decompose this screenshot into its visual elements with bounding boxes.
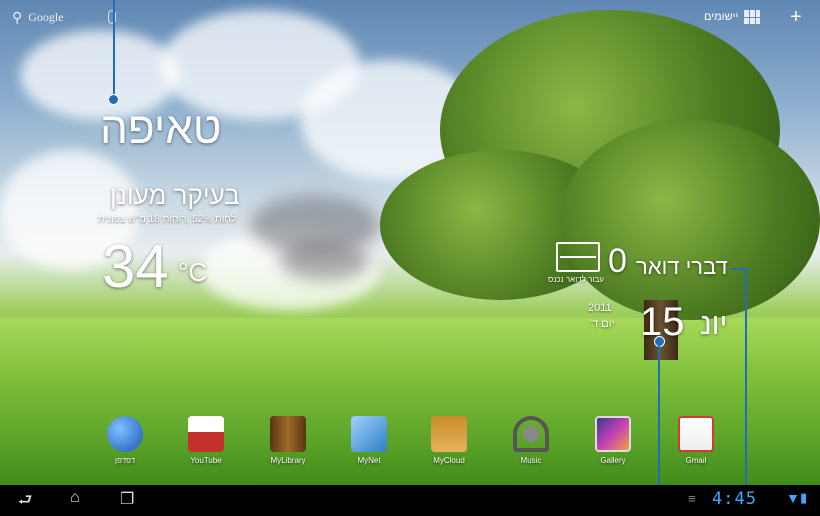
callout-line-mail — [745, 268, 747, 485]
app-gallery[interactable]: Gallery — [578, 416, 648, 465]
envelope-icon[interactable] — [556, 242, 600, 272]
headphones-icon — [513, 416, 549, 452]
weather-city[interactable]: טאיפה — [100, 104, 222, 154]
mail-count: 0 — [608, 242, 627, 280]
wifi-icon: ▼ — [786, 490, 800, 506]
callout-line-weather — [113, 0, 115, 97]
gmail-icon — [678, 416, 714, 452]
add-widget-icon[interactable]: + — [790, 6, 802, 29]
search-icon: ⚲ — [12, 9, 23, 25]
weather-temperature: 34 — [102, 233, 169, 300]
youtube-icon — [188, 416, 224, 452]
gallery-icon — [595, 416, 631, 452]
app-mynet[interactable]: MyNet — [334, 416, 404, 465]
apps-button[interactable]: יישומים — [704, 10, 761, 24]
battery-icon: ▮ — [800, 490, 808, 505]
usb-icon: ≡ — [688, 491, 696, 506]
google-search-button[interactable]: ⚲ Google — [12, 9, 64, 26]
app-music[interactable]: Music — [496, 416, 566, 465]
system-navigation-bar: ⮐ ⌂ ❐ ≡ — [0, 485, 820, 512]
app-mycloud[interactable]: MyCloud — [414, 416, 484, 465]
network-icon — [351, 416, 387, 452]
globe-icon — [107, 416, 143, 452]
weather-details: לחות 52% ,רוחות 18 מ"ש צפונית — [98, 214, 237, 225]
weather-condition: בעיקר מעונן — [110, 180, 240, 210]
home-screen: ⚲ Google יישומים + טאיפה בעיקר מעונן לחו… — [0, 0, 820, 485]
apps-label: יישומים — [704, 11, 739, 23]
status-clock[interactable]: 4:45 — [712, 489, 757, 509]
apps-grid-icon — [744, 10, 761, 24]
date-month: יונ — [700, 308, 728, 341]
app-youtube[interactable]: YouTube — [171, 416, 241, 465]
mail-widget-title[interactable]: דברי דואר — [636, 254, 728, 280]
app-browser[interactable]: דפדפן — [90, 416, 160, 465]
weather-unit: °C — [178, 257, 208, 287]
app-dock: דפדפן YouTube MyLibrary MyNet MyCloud Mu… — [96, 416, 736, 476]
mail-inbox-link[interactable]: עבור לדואר נכנס — [548, 275, 604, 284]
app-mylibrary[interactable]: MyLibrary — [253, 416, 323, 465]
home-icon[interactable]: ⌂ — [70, 489, 80, 507]
top-bar: ⚲ Google יישומים + — [0, 0, 820, 36]
app-gmail[interactable]: Gmail — [661, 416, 731, 465]
book-icon — [270, 416, 306, 452]
date-year: 2011 — [588, 302, 612, 314]
search-label: Google — [28, 10, 64, 24]
recent-apps-icon[interactable]: ❐ — [120, 489, 134, 509]
date-weekday: יום ד' — [590, 318, 615, 330]
cloud-box-icon — [431, 416, 467, 452]
